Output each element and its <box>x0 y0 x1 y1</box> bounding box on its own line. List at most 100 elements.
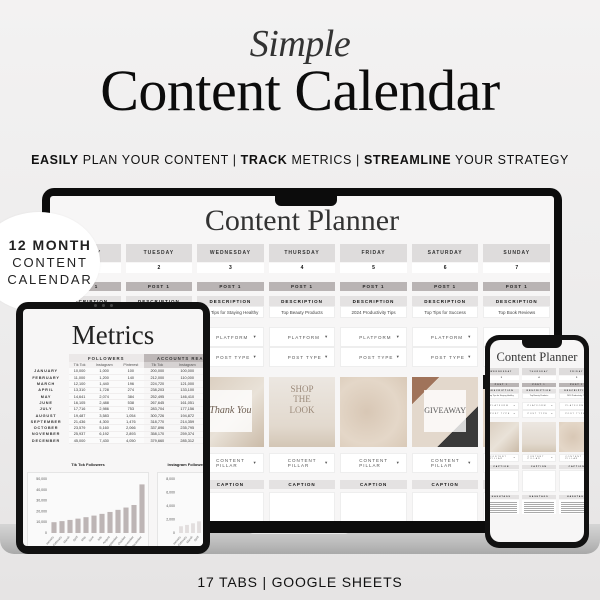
description-cell[interactable]: Top Beauty Products <box>268 306 336 318</box>
x-tick-label: June <box>88 535 95 543</box>
caption-cell[interactable] <box>490 470 519 492</box>
content-pillar-dropdown[interactable]: CONTENT PILLAR▾ <box>340 453 407 473</box>
tagline-separator: | <box>351 153 364 167</box>
platform-label: PLATFORM <box>216 334 249 340</box>
day-column: FRIDAY5 POST 1 DESCRIPTION2024 Productivit… <box>340 244 407 521</box>
description-cell[interactable]: Top Tips for Staying Healthy <box>490 393 519 399</box>
instagram-followers-chart-svg: 02,0004,0006,0008,000JanuaryFebruaryMarc… <box>166 477 201 546</box>
bar-july <box>99 513 105 533</box>
bar-march <box>67 519 73 533</box>
metric-cell[interactable]: 7,430 <box>90 437 119 445</box>
post-label: POST 1 <box>559 383 584 387</box>
chevron-down-icon: ▾ <box>513 457 516 459</box>
day-name-header: THURSDAY <box>521 368 557 375</box>
content-pillar-dropdown[interactable]: CONTENT PILLAR▾ <box>268 453 336 473</box>
caption-header: CAPTION <box>490 465 519 469</box>
caption-cell[interactable] <box>559 470 584 492</box>
metric-cell[interactable]: 285,312 <box>171 437 203 445</box>
description-header: DESCRIPTION <box>411 296 479 306</box>
post-type-dropdown[interactable]: POST TYPE▾ <box>340 347 407 367</box>
chart-title: Instagram Followers <box>167 462 203 467</box>
platform-dropdown[interactable]: PLATFORM▾ <box>411 327 479 347</box>
metrics-title: Metrics <box>71 320 155 350</box>
bar-october <box>123 507 129 533</box>
platform-label: PLATFORM <box>565 405 584 407</box>
day-name-header: FRIDAY <box>559 368 584 375</box>
post-image: SHOP THE LOOK <box>268 377 336 447</box>
caption-cell[interactable] <box>340 492 407 521</box>
caption-cell[interactable] <box>521 470 557 492</box>
post-image: GIVEAWAY <box>411 377 479 447</box>
platform-dropdown[interactable]: PLATFORM▾ <box>559 402 584 410</box>
group-header-row: FOLLOWERSACCOUNTS REACHED <box>23 354 203 362</box>
content-pillar-dropdown[interactable]: CONTENT PILLAR▾ <box>490 454 519 462</box>
post-type-dropdown[interactable]: POST TYPE▾ <box>411 347 479 367</box>
post-type-label: POST TYPE <box>430 354 465 360</box>
footer-caption: 17 TABS | GOOGLE SHEETS <box>197 574 403 590</box>
day-date: 7 <box>483 263 550 273</box>
y-tick-label: 50,000 <box>36 477 47 481</box>
description-cell[interactable]: 2024 Productivity Tips <box>559 393 584 399</box>
content-pillar-dropdown[interactable]: CONTENT PILLAR▾ <box>559 454 584 462</box>
tagline-keyword: EASILY <box>31 153 79 167</box>
chevron-down-icon: ▾ <box>325 354 329 359</box>
phone-volume-button <box>483 375 485 389</box>
metric-cell[interactable]: 4,050 <box>118 437 144 445</box>
hashtags-cell[interactable] <box>521 500 557 514</box>
day-column: THURSDAY 4 POST 1 DESCRIPTION Top Beauty Pro… <box>521 368 557 514</box>
chevron-down-icon: ▾ <box>325 334 329 339</box>
y-tick-label: 4,000 <box>166 504 175 508</box>
platform-dropdown[interactable]: PLATFORM ▾ <box>268 327 336 347</box>
y-tick-label: 30,000 <box>36 499 47 503</box>
content-planner-title: Content Planner <box>204 204 400 237</box>
tablet-camera <box>94 304 113 307</box>
description-header: DESCRIPTION <box>197 296 264 306</box>
caption-cell[interactable] <box>268 492 336 521</box>
tagline-keyword: STREAMLINE <box>363 153 452 167</box>
post-type-dropdown[interactable]: POST TYPE▾ <box>521 410 557 418</box>
day-name-header: SUNDAY <box>483 244 550 262</box>
caption-cell[interactable] <box>411 492 479 521</box>
thank-you-card: Thank You <box>209 389 252 432</box>
y-tick-label: 2,000 <box>166 518 175 522</box>
description-cell[interactable]: Top Tips for Success <box>411 306 479 318</box>
hashtags-cell[interactable] <box>559 500 584 514</box>
post-image <box>340 377 407 447</box>
post-label: POST 1 <box>197 282 264 291</box>
platform-dropdown[interactable]: PLATFORM▾ <box>340 327 407 347</box>
day-date: 5 <box>340 263 407 273</box>
y-tick-label: 8,000 <box>166 477 175 481</box>
day-date: 6 <box>411 263 479 273</box>
y-tick-label: 20,000 <box>36 509 47 513</box>
post-label: POST 1 <box>340 282 407 291</box>
bar-april <box>197 521 201 533</box>
description-header: DESCRIPTION <box>268 296 336 306</box>
post-label: POST 1 <box>268 282 336 291</box>
description-cell[interactable]: 2024 Productivity Tips <box>340 306 407 318</box>
chevron-down-icon: ▾ <box>551 413 554 415</box>
platform-dropdown[interactable]: PLATFORM▾ <box>490 402 519 410</box>
post-type-dropdown[interactable]: POST TYPE▾ <box>268 347 336 367</box>
platform-dropdown[interactable]: PLATFORM▾ <box>521 402 557 410</box>
metric-cell[interactable]: 379,660 <box>143 437 172 445</box>
description-cell[interactable]: Top Book Reviews <box>483 306 550 318</box>
bar-january <box>51 522 57 533</box>
hashtags-cell[interactable] <box>490 500 519 514</box>
y-tick-label: 0 <box>45 531 47 535</box>
description-header: DESCRIPTION <box>340 296 407 306</box>
content-pillar-dropdown[interactable]: CONTENT PILLAR▾ <box>411 453 479 473</box>
day-name-header: TUESDAY <box>125 244 193 262</box>
platform-label: PLATFORM <box>527 405 547 407</box>
platform-label: PLATFORM <box>287 334 320 340</box>
post-type-dropdown[interactable]: POST TYPE▾ <box>559 410 584 418</box>
badge-line-3: CALENDAR <box>7 272 93 287</box>
tagline: EASILY PLAN YOUR CONTENT | TRACK METRICS… <box>0 153 600 167</box>
day-date: 5 <box>559 376 584 380</box>
description-cell[interactable]: Top Beauty Products <box>521 393 557 399</box>
bar-january <box>179 526 183 533</box>
post-type-dropdown[interactable]: POST TYPE▾ <box>490 410 519 418</box>
chevron-down-icon: ▾ <box>513 405 516 407</box>
metric-cell[interactable]: 45,000 <box>69 437 91 445</box>
chevron-down-icon: ▾ <box>396 334 400 339</box>
content-pillar-dropdown[interactable]: CONTENT PILLAR▾ <box>521 454 557 462</box>
